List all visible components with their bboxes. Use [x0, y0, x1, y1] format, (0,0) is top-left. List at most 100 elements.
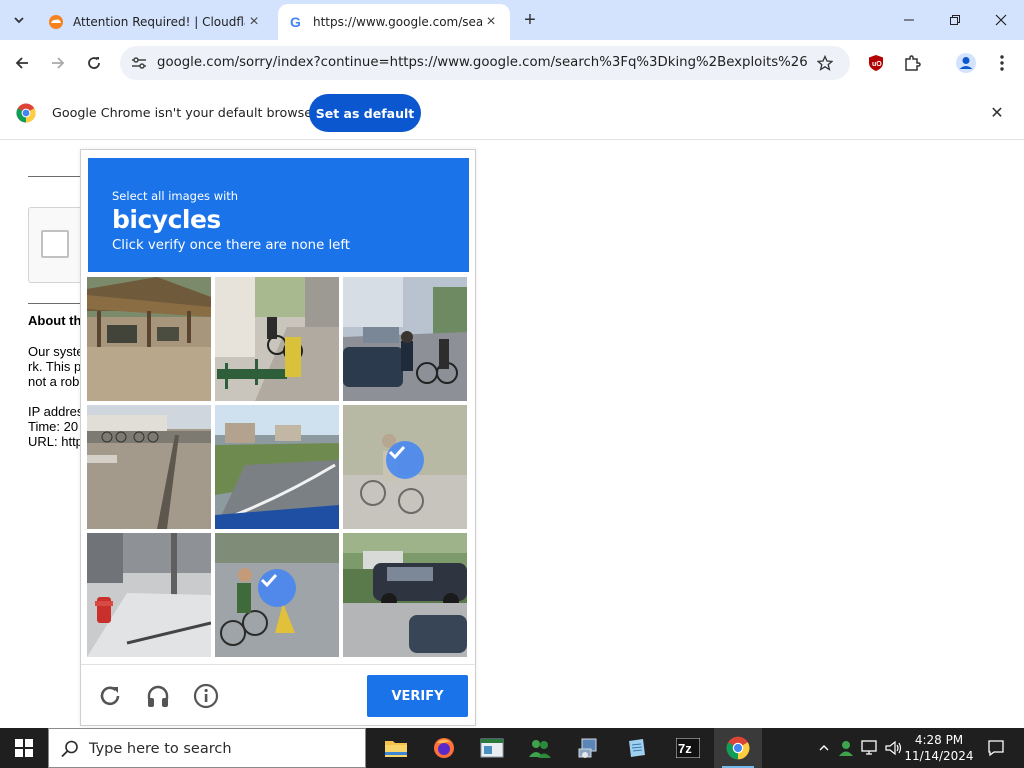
address-bar[interactable]: google.com/sorry/index?continue=https://… — [120, 46, 850, 80]
volume-icon[interactable] — [884, 737, 904, 759]
ublock-extension-icon[interactable]: uO — [862, 49, 890, 77]
start-button[interactable] — [0, 728, 48, 768]
tray-users-icon[interactable] — [836, 737, 856, 759]
chrome-taskbar-icon[interactable] — [714, 728, 762, 768]
captcha-tile[interactable] — [87, 405, 211, 529]
minimize-button[interactable] — [886, 0, 932, 40]
infobar-message: Google Chrome isn't your default browser — [52, 105, 318, 120]
arrow-right-icon — [52, 57, 65, 69]
svg-text:G: G — [290, 14, 301, 30]
tab-google[interactable]: G https://www.google.com/search × — [278, 4, 510, 40]
windows-logo-icon — [15, 739, 33, 757]
tray-chevron-up-icon[interactable] — [814, 737, 834, 759]
search-icon — [61, 740, 78, 758]
site-info-icon[interactable] — [128, 52, 150, 74]
profile-avatar-icon[interactable] — [952, 49, 980, 77]
audio-challenge-icon[interactable] — [143, 681, 173, 711]
notification-center-button[interactable] — [976, 728, 1016, 768]
firefox-taskbar-icon[interactable] — [420, 728, 468, 768]
notepad-taskbar-icon[interactable] — [612, 728, 660, 768]
tab-cloudflare[interactable]: Attention Required! | Cloudflare × — [38, 4, 273, 40]
info-help-icon[interactable] — [191, 681, 221, 711]
taskbar-clock[interactable]: 4:28 PM 11/14/2024 — [904, 732, 974, 764]
parking-lot-bikes-image — [87, 405, 211, 529]
back-button[interactable] — [8, 49, 36, 77]
captcha-tile[interactable] — [343, 533, 467, 657]
page-text-line: Our syste — [28, 344, 80, 359]
close-tab-icon[interactable]: × — [482, 13, 500, 31]
taskbar-search-box[interactable]: Type here to search — [48, 728, 366, 768]
google-favicon-icon: G — [290, 14, 301, 30]
clock-date: 11/14/2024 — [904, 749, 974, 763]
recaptcha-checkbox[interactable] — [41, 230, 69, 258]
selected-check-icon — [258, 569, 296, 607]
set-as-default-button[interactable]: Set as default — [309, 94, 421, 132]
captcha-object: bicycles — [112, 205, 221, 234]
default-browser-infobar: Google Chrome isn't your default browser… — [0, 86, 1024, 140]
parked-cars-image — [343, 533, 467, 657]
notification-icon — [988, 740, 1004, 757]
restore-button[interactable] — [932, 0, 978, 40]
file-explorer-taskbar-icon[interactable] — [372, 728, 420, 768]
thatched-shelter-image — [87, 277, 211, 401]
network-icon[interactable] — [860, 737, 880, 759]
reload-icon — [88, 57, 100, 69]
page-text-line: rk. This p — [28, 359, 80, 374]
windows-taskbar: Type here to search 7z 4:28 PM 11/14/202… — [0, 728, 1024, 768]
taskbar-search-placeholder: Type here to search — [89, 741, 232, 757]
network-tool-taskbar-icon[interactable] — [564, 728, 612, 768]
new-tab-button[interactable]: + — [519, 9, 541, 31]
captcha-tile[interactable] — [343, 277, 467, 401]
street-cyclist-image — [343, 277, 467, 401]
page-text-line: Time: 20 — [28, 419, 79, 434]
minimize-icon — [904, 19, 914, 21]
page-divider — [28, 303, 80, 304]
page-divider — [28, 176, 80, 177]
extensions-puzzle-icon[interactable] — [898, 49, 926, 77]
captcha-tile[interactable] — [87, 533, 211, 657]
road-curve-image — [215, 405, 339, 529]
url-text[interactable]: google.com/sorry/index?continue=https://… — [157, 55, 807, 70]
page-text-line[interactable]: URL: http — [28, 434, 80, 449]
close-infobar-icon[interactable]: ✕ — [986, 102, 1008, 124]
restore-icon — [950, 15, 960, 25]
menu-kebab-icon[interactable] — [988, 49, 1016, 77]
reload-button[interactable] — [80, 49, 108, 77]
7zip-taskbar-icon[interactable]: 7z — [664, 728, 712, 768]
tab-title: https://www.google.com/search — [313, 15, 482, 29]
browser-toolbar: google.com/sorry/index?continue=https://… — [0, 40, 1024, 86]
captcha-prompt: Select all images with — [112, 189, 239, 203]
reload-challenge-icon[interactable] — [95, 681, 125, 711]
captcha-footer: VERIFY — [81, 664, 475, 726]
captcha-tile[interactable] — [215, 277, 339, 401]
captcha-challenge: Select all images with bicycles Click ve… — [80, 149, 476, 726]
street-bicycle-rack-image — [215, 277, 339, 401]
app-window-taskbar-icon[interactable] — [468, 728, 516, 768]
captcha-tile[interactable] — [215, 533, 339, 657]
close-tab-icon[interactable]: × — [245, 13, 263, 31]
page-text-line: IP addres — [28, 404, 80, 419]
chrome-logo-icon — [16, 103, 36, 123]
captcha-tile[interactable] — [215, 405, 339, 529]
page-text-line: not a rob — [28, 374, 80, 389]
captcha-subtext: Click verify once there are none left — [112, 238, 351, 253]
tab-title: Attention Required! | Cloudflare — [73, 15, 245, 29]
forward-button[interactable] — [44, 49, 72, 77]
chevron-down-icon — [14, 17, 24, 24]
bookmark-star-icon[interactable] — [814, 52, 836, 74]
svg-text:uO: uO — [872, 61, 882, 68]
cloudflare-favicon-icon — [49, 15, 63, 29]
captcha-tile[interactable] — [87, 277, 211, 401]
users-taskbar-icon[interactable] — [516, 728, 564, 768]
captcha-header: Select all images with bicycles Click ve… — [88, 158, 469, 272]
close-window-button[interactable] — [978, 0, 1024, 40]
tab-strip: Attention Required! | Cloudflare × G htt… — [0, 0, 1024, 40]
tab-search-button[interactable] — [6, 7, 32, 33]
sidewalk-hydrant-image — [87, 533, 211, 657]
about-heading: About th — [28, 313, 80, 328]
clock-time: 4:28 PM — [914, 733, 964, 747]
captcha-tile[interactable] — [343, 405, 467, 529]
selected-check-icon — [386, 441, 424, 479]
arrow-left-icon — [15, 57, 28, 69]
verify-button[interactable]: VERIFY — [367, 675, 468, 717]
